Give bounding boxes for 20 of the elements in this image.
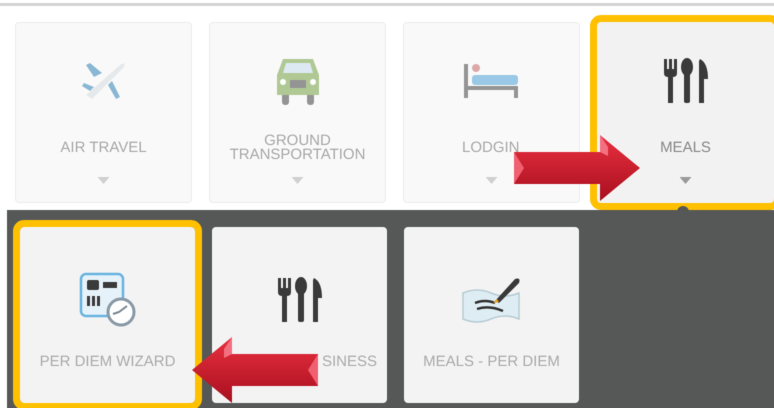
tile-label: LODGIN xyxy=(461,141,521,155)
tile-label: MEALS xyxy=(659,141,712,155)
tile-label: SINESS xyxy=(322,352,378,372)
cutlery-icon xyxy=(662,57,710,105)
caret-icon xyxy=(98,177,110,184)
category-tile[interactable]: GROUND TRANSPORTATION xyxy=(209,22,386,203)
caret-icon xyxy=(292,177,304,184)
category-tile[interactable]: AIR TRAVEL xyxy=(15,22,192,203)
caret-icon xyxy=(680,177,692,184)
category-tile[interactable]: LODGIN xyxy=(403,22,580,203)
subcategory-tile[interactable]: PER DIEM WIZARD xyxy=(20,227,195,403)
per-diem-wizard-icon xyxy=(78,272,136,328)
tile-label: AIR TRAVEL xyxy=(59,141,148,155)
tile-label: PER DIEM WIZARD xyxy=(40,352,176,372)
caret-icon xyxy=(486,177,498,184)
cutlery-icon xyxy=(276,276,324,324)
tile-label: GROUND TRANSPORTATION xyxy=(228,134,366,162)
subcategory-tile[interactable]: MEALS - PER DIEM xyxy=(404,227,579,403)
bed-icon xyxy=(464,62,520,100)
tile-label: MEALS - PER DIEM xyxy=(423,352,560,372)
